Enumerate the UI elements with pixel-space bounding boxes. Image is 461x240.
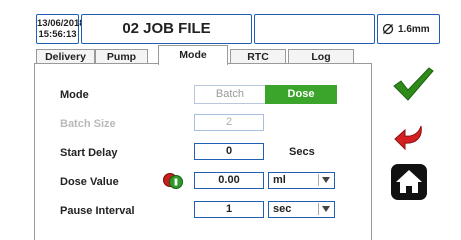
mode-dose-button[interactable]: Dose	[265, 85, 337, 104]
back-arrow-icon[interactable]	[393, 122, 425, 154]
pause-unit-select[interactable]: sec	[268, 201, 335, 218]
chevron-down-icon[interactable]	[318, 174, 332, 186]
home-icon	[396, 170, 422, 193]
check-icon[interactable]	[392, 65, 434, 103]
dose-unit-value: ml	[273, 174, 286, 186]
start-delay-field[interactable]: 0	[194, 143, 264, 160]
time-text: 15:56:13	[38, 29, 77, 40]
date-text: 13/06/2018	[37, 18, 85, 29]
pause-unit-value: sec	[273, 203, 292, 215]
mode-batch-button[interactable]: Batch	[194, 85, 266, 104]
batch-size-label: Batch Size	[60, 118, 116, 130]
pause-interval-field[interactable]: 1	[194, 201, 264, 218]
job-title: 02 JOB FILE	[81, 14, 252, 44]
dose-toggle-icon[interactable]	[162, 172, 186, 190]
mode-label: Mode	[60, 89, 89, 101]
diameter-icon	[382, 23, 394, 35]
start-delay-unit: Secs	[289, 146, 315, 158]
tab-mode[interactable]: Mode	[158, 45, 228, 65]
start-delay-label: Start Delay	[60, 147, 118, 159]
dose-value-field[interactable]: 0.00	[194, 172, 264, 189]
datetime-display: 13/06/2018 15:56:13	[36, 14, 85, 44]
dose-unit-select[interactable]: ml	[268, 172, 335, 189]
info-field	[254, 14, 375, 44]
home-button[interactable]	[391, 164, 427, 200]
pause-interval-label: Pause Interval	[60, 205, 135, 217]
chevron-down-icon[interactable]	[318, 203, 332, 215]
dose-value-label: Dose Value	[60, 176, 119, 188]
thickness-value: 1.6mm	[398, 23, 430, 35]
batch-size-field: 2	[194, 114, 264, 131]
thickness-display: 1.6mm	[377, 14, 440, 44]
